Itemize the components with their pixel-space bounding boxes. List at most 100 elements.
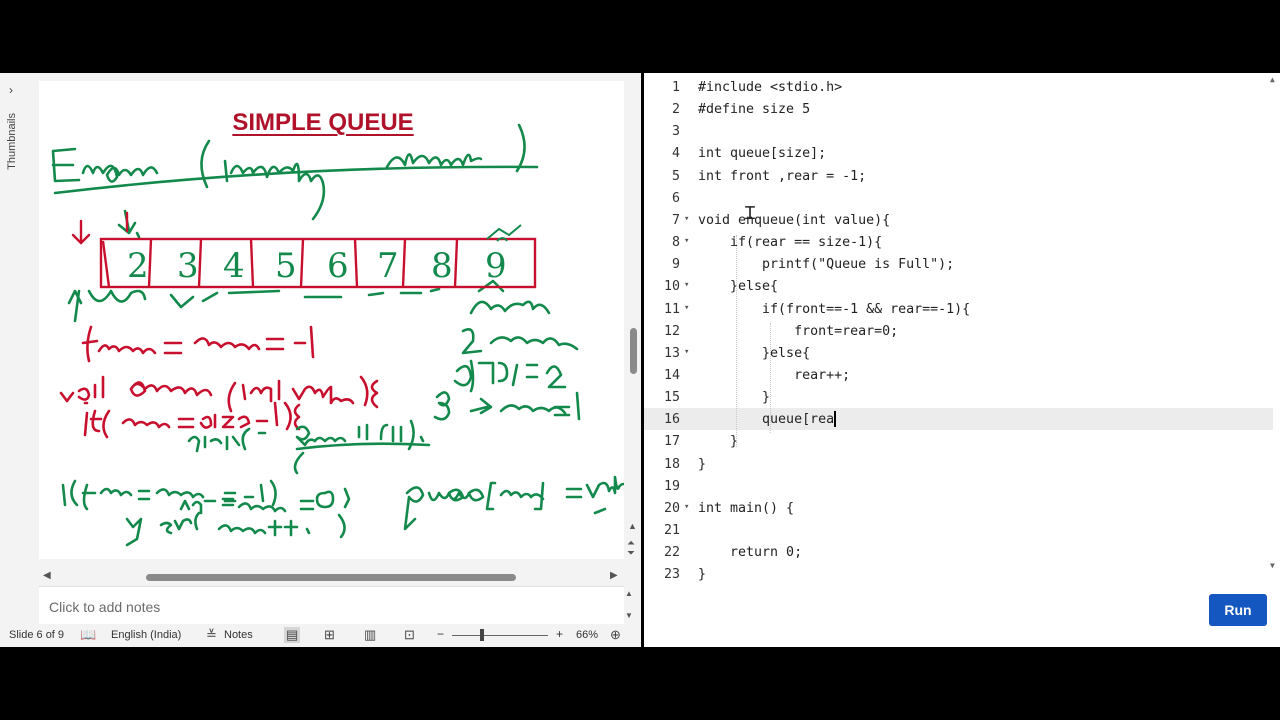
code-line[interactable]: 23} <box>644 563 1274 585</box>
thumbnails-pane-collapsed[interactable]: › Thumbnails <box>0 73 36 555</box>
code-line[interactable]: 17 } <box>644 430 1274 452</box>
code-text[interactable]: }else{ <box>698 346 810 361</box>
editor-scroll-down-icon[interactable]: ▼ <box>1270 561 1275 570</box>
code-text[interactable]: } <box>698 390 770 405</box>
scroll-up-icon[interactable]: ▲ <box>628 521 637 531</box>
fit-to-window-icon[interactable]: ⊕ <box>610 627 621 643</box>
line-number: 14 <box>663 367 680 383</box>
zoom-in-icon[interactable]: + <box>556 627 563 641</box>
code-line[interactable]: 22 return 0; <box>644 541 1274 563</box>
slide-horizontal-scrollbar[interactable]: ◀ ▶ <box>39 570 624 584</box>
code-line[interactable]: 1 #include <stdio.h> <box>644 76 1274 98</box>
code-text[interactable]: } <box>698 567 706 582</box>
vertical-scroll-thumb[interactable] <box>630 328 637 374</box>
code-text[interactable]: #include <stdio.h> <box>698 80 842 95</box>
code-text[interactable]: rear++; <box>698 368 850 383</box>
mouse-ibeam-cursor-icon: Ɪ <box>745 203 756 224</box>
scroll-right-icon[interactable]: ▶ <box>610 570 618 581</box>
indent-guide <box>736 235 737 447</box>
code-line[interactable]: 9 printf("Queue is Full"); <box>644 253 1274 275</box>
code-text[interactable]: int queue[size]; <box>698 146 826 161</box>
scroll-left-icon[interactable]: ◀ <box>43 570 51 581</box>
line-number: 10 <box>663 279 680 295</box>
code-line[interactable]: 5 int front ,rear = -1; <box>644 165 1274 187</box>
code-text[interactable]: int main() { <box>698 501 794 516</box>
code-text[interactable]: } <box>698 457 706 472</box>
array-cell-value: 3 <box>177 246 199 286</box>
line-number: 22 <box>663 545 680 561</box>
code-line[interactable]: 7 ▾ void enqueue(int value){ <box>644 209 1274 231</box>
code-text[interactable]: if(front==-1 && rear==-1){ <box>698 302 970 317</box>
code-line[interactable]: 19 <box>644 475 1274 497</box>
line-number: 9 <box>671 257 680 273</box>
notes-scroll-up-icon[interactable]: ▲ <box>625 589 633 598</box>
accessibility-book-icon[interactable]: 📖 <box>80 627 96 643</box>
notes-toggle-label[interactable]: Notes <box>224 629 253 641</box>
code-text[interactable]: int front ,rear = -1; <box>698 169 866 184</box>
code-text[interactable]: } <box>698 434 738 449</box>
code-line[interactable]: 4 int queue[size]; <box>644 142 1274 164</box>
line-number: 20 <box>663 500 680 516</box>
code-line[interactable]: 15 } <box>644 386 1274 408</box>
code-line[interactable]: 11 ▾ if(front==-1 && rear==-1){ <box>644 298 1274 320</box>
line-number: 2 <box>671 102 680 118</box>
fold-chevron-icon[interactable]: ▾ <box>684 502 689 512</box>
code-line[interactable]: 18} <box>644 453 1274 475</box>
line-number: 8 <box>671 235 680 251</box>
slide-vertical-scrollbar[interactable]: ▲ ⏶ ⏷ <box>627 73 639 559</box>
notes-placeholder[interactable]: Click to add notes <box>49 599 160 615</box>
code-text[interactable]: void enqueue(int value){ <box>698 213 890 228</box>
thumbnails-label[interactable]: Thumbnails <box>6 113 18 170</box>
chevron-right-icon[interactable]: › <box>9 83 13 97</box>
code-line[interactable]: 21 <box>644 519 1274 541</box>
language-indicator[interactable]: English (India) <box>111 629 181 641</box>
editor-scroll-up-icon[interactable]: ▲ <box>1270 75 1275 84</box>
code-line[interactable]: 14 rear++; <box>644 364 1274 386</box>
zoom-slider-thumb[interactable] <box>480 629 484 641</box>
line-number: 1 <box>671 80 680 95</box>
speaker-notes-pane[interactable]: Click to add notes ▲ ▼ <box>39 586 633 625</box>
editor-scrollbar[interactable]: ▲ ▼ <box>1268 73 1280 647</box>
run-button[interactable]: Run <box>1209 594 1267 626</box>
slideshow-icon[interactable]: ⊡ <box>404 627 415 643</box>
code-line[interactable]: 16 queue[rea <box>644 408 1273 431</box>
code-line[interactable]: 6 <box>644 187 1274 209</box>
code-text[interactable]: return 0; <box>698 545 802 560</box>
code-line[interactable]: 20 ▾ int main() { <box>644 497 1274 519</box>
reading-view-icon[interactable]: ▥ <box>364 627 376 643</box>
code-line[interactable]: 13 ▾ }else{ <box>644 342 1274 364</box>
horizontal-scroll-thumb[interactable] <box>146 574 516 581</box>
slide-canvas[interactable]: SIMPLE QUEUE 2 3 4 5 6 7 8 9 <box>39 81 624 559</box>
code-editor[interactable]: 1 #include <stdio.h> 2 #define size 5 3 4 int … <box>644 73 1280 647</box>
line-number: 4 <box>671 146 680 162</box>
zoom-level[interactable]: 66% <box>576 629 598 641</box>
next-slide-icon[interactable]: ⏷ <box>627 549 635 559</box>
status-bar: Slide 6 of 9 📖 English (India) ≚ Notes ▤… <box>0 624 641 647</box>
code-text[interactable]: }else{ <box>698 279 778 294</box>
code-line[interactable]: 2 #define size 5 <box>644 98 1274 120</box>
notes-scroll-down-icon[interactable]: ▼ <box>625 611 633 620</box>
line-number: 23 <box>663 567 680 583</box>
array-cell-value: 5 <box>275 246 297 286</box>
line-number: 15 <box>663 390 680 406</box>
code-text[interactable]: #define size 5 <box>698 102 810 117</box>
code-line[interactable]: 12 front=rear=0; <box>644 320 1274 342</box>
normal-view-icon[interactable]: ▤ <box>284 627 301 643</box>
zoom-out-icon[interactable]: − <box>437 627 444 641</box>
code-line[interactable]: 8 ▾ if(rear == size-1){ <box>644 231 1274 253</box>
fold-chevron-icon[interactable]: ▾ <box>684 214 689 224</box>
fold-chevron-icon[interactable]: ▾ <box>684 303 689 313</box>
code-text[interactable]: front=rear=0; <box>698 324 898 339</box>
notes-icon[interactable]: ≚ <box>206 627 217 643</box>
code-line[interactable]: 3 <box>644 120 1274 142</box>
fold-chevron-icon[interactable]: ▾ <box>684 280 689 290</box>
code-text[interactable]: if(rear == size-1){ <box>698 235 882 250</box>
code-line[interactable]: 10 ▾ }else{ <box>644 275 1274 297</box>
slide-sorter-icon[interactable]: ⊞ <box>324 627 335 643</box>
fold-chevron-icon[interactable]: ▾ <box>684 347 689 357</box>
zoom-slider-track[interactable] <box>452 635 548 636</box>
line-number: 7 <box>671 212 680 228</box>
code-text[interactable]: queue[rea <box>698 412 834 427</box>
fold-chevron-icon[interactable]: ▾ <box>684 236 689 246</box>
array-cell-value: 7 <box>377 246 399 286</box>
